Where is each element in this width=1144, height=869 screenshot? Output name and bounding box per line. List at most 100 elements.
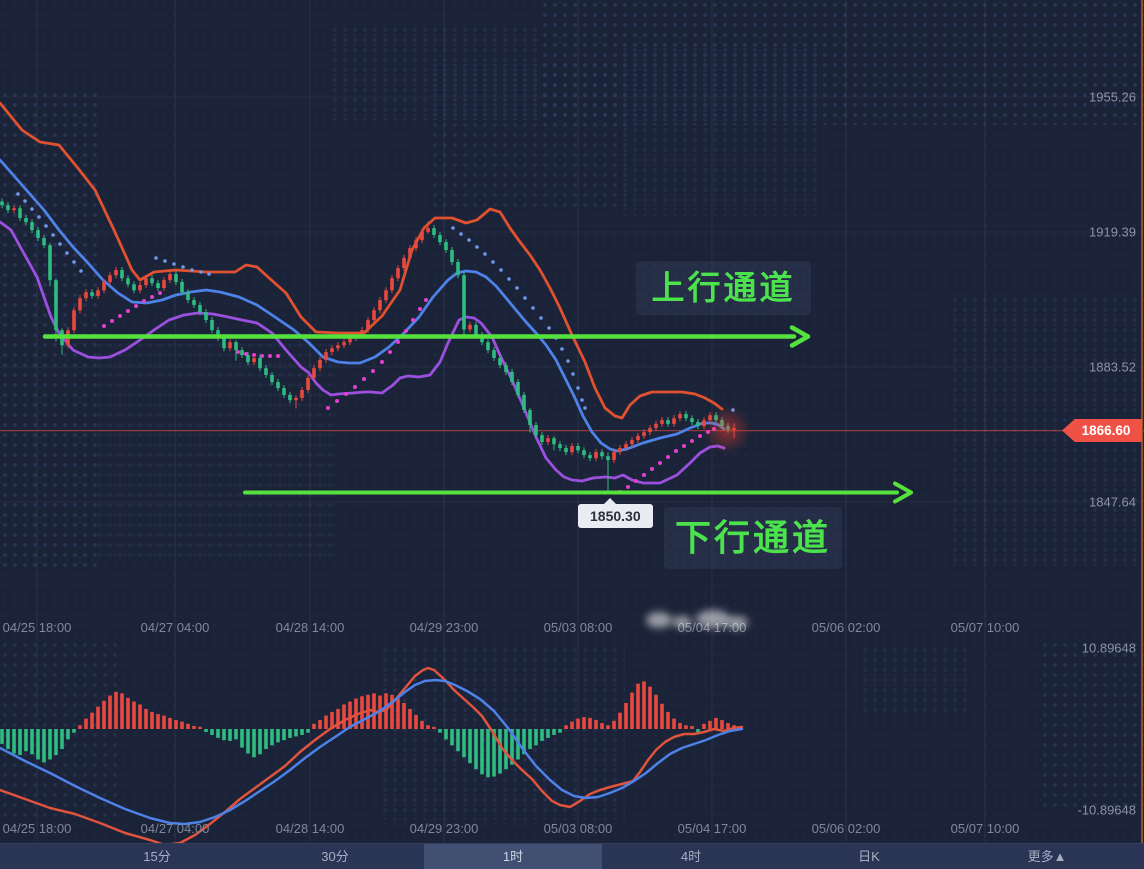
macd-histogram-bar (576, 718, 580, 729)
macd-histogram-bar (636, 683, 640, 729)
boll-upper-band (0, 101, 724, 420)
candle-body (204, 312, 208, 321)
candle-body (408, 248, 412, 258)
candle-body (78, 298, 82, 311)
candle-body (282, 388, 286, 395)
sar-dot-blue (199, 270, 203, 274)
x-axis-label: 04/27 04:00 (140, 821, 210, 836)
candle-body (510, 371, 514, 383)
macd-histogram-bar (288, 729, 292, 738)
candle-body (732, 428, 736, 430)
timeframe-tab-5[interactable]: 日K (780, 844, 958, 869)
sar-dot-magenta (650, 467, 654, 471)
candle-body (384, 290, 388, 301)
candle-body (150, 278, 154, 284)
macd-histogram-bar (6, 729, 10, 750)
sar-dot-blue (207, 272, 211, 276)
macd-histogram-bar (192, 726, 196, 729)
sar-dot-blue (51, 233, 55, 237)
y-axis-label: -10.89648 (1077, 802, 1136, 818)
candle-body (108, 275, 112, 283)
macd-histogram-bar (204, 729, 208, 732)
candle-body (180, 282, 184, 293)
candle-body (36, 230, 40, 238)
macd-histogram-bar (108, 695, 112, 729)
candle-body (6, 205, 10, 211)
candle-body (318, 359, 322, 369)
x-axis-label: 04/25 18:00 (2, 821, 72, 836)
x-axis-label: 05/03 08:00 (543, 821, 613, 836)
candle-body (450, 250, 454, 263)
candle-body (624, 444, 628, 448)
sar-dot-blue (571, 372, 575, 376)
sar-dot-blue (44, 224, 48, 228)
sar-dot-magenta (706, 430, 710, 434)
macd-histogram-bar (690, 726, 694, 729)
candle-body (0, 201, 4, 206)
macd-histogram-bar (222, 729, 226, 741)
chart-canvas[interactable] (0, 0, 1144, 869)
sar-dot-magenta (682, 444, 686, 448)
macd-histogram-bar (456, 729, 460, 752)
x-axis-label: 05/06 02:00 (811, 620, 881, 635)
timeframe-tab-4[interactable]: 4时 (602, 844, 780, 869)
macd-histogram-bar (0, 729, 4, 744)
candle-body (54, 280, 58, 331)
sar-dot-blue (539, 316, 543, 320)
candle-body (42, 237, 46, 246)
sar-dot-magenta (424, 298, 428, 302)
candle-body (552, 438, 556, 445)
sar-dot-magenta (158, 291, 162, 295)
macd-histogram-bar (498, 729, 502, 774)
macd-histogram-bar (144, 708, 148, 729)
down-channel-annotation: 下行通道 (664, 507, 842, 569)
timeframe-tab-3[interactable]: 1时 (424, 844, 602, 869)
candle-body (702, 420, 706, 427)
candle-body (156, 283, 160, 289)
timeframe-tab-1[interactable]: 15分 (68, 844, 246, 869)
sar-dot-magenta (634, 479, 638, 483)
low-price-tooltip: 1850.30 (578, 498, 653, 528)
y-axis-label: 1847.64 (1089, 494, 1136, 510)
macd-histogram-bar (480, 729, 484, 775)
y-axis-label: 1955.26 (1089, 89, 1136, 105)
macd-histogram-bar (228, 729, 232, 741)
candle-body (708, 415, 712, 421)
macd-histogram-bar (564, 725, 568, 729)
candle-body (300, 390, 304, 398)
candle-body (330, 348, 334, 352)
boll-middle-band (0, 158, 726, 453)
sar-dot-blue (499, 268, 503, 272)
sar-dot-magenta (335, 399, 339, 403)
sar-dot-magenta (642, 473, 646, 477)
macd-histogram-bar (696, 729, 700, 732)
macd-histogram-bar (396, 698, 400, 729)
macd-histogram-bar (504, 729, 508, 770)
macd-histogram-bar (36, 729, 40, 760)
sar-dot-blue (79, 269, 83, 273)
candle-body (666, 420, 670, 424)
macd-histogram-bar (312, 723, 316, 729)
macd-histogram-bar (96, 706, 100, 729)
macd-histogram-bar (150, 711, 154, 729)
timeframe-tab-6[interactable]: 更多▲ (958, 844, 1136, 869)
candle-body (192, 300, 196, 305)
candle-body (234, 342, 238, 351)
candle-body (144, 278, 148, 286)
macd-histogram-bar (624, 702, 628, 729)
sar-dot-blue (731, 408, 735, 412)
macd-histogram-bar (210, 729, 214, 735)
sar-dot-blue (72, 260, 76, 264)
candle-body (366, 320, 370, 331)
candle-body (264, 368, 268, 375)
sar-dot-blue (190, 268, 194, 272)
timeframe-tab-2[interactable]: 30分 (246, 844, 424, 869)
candle-body (714, 415, 718, 421)
macd-histogram-bar (276, 729, 280, 743)
x-axis-label: 05/04 17:00 (677, 821, 747, 836)
candle-body (168, 274, 172, 281)
sar-dot-magenta (404, 329, 408, 333)
sar-dot-magenta (110, 319, 114, 323)
candle-body (576, 446, 580, 451)
candle-body (558, 444, 562, 448)
